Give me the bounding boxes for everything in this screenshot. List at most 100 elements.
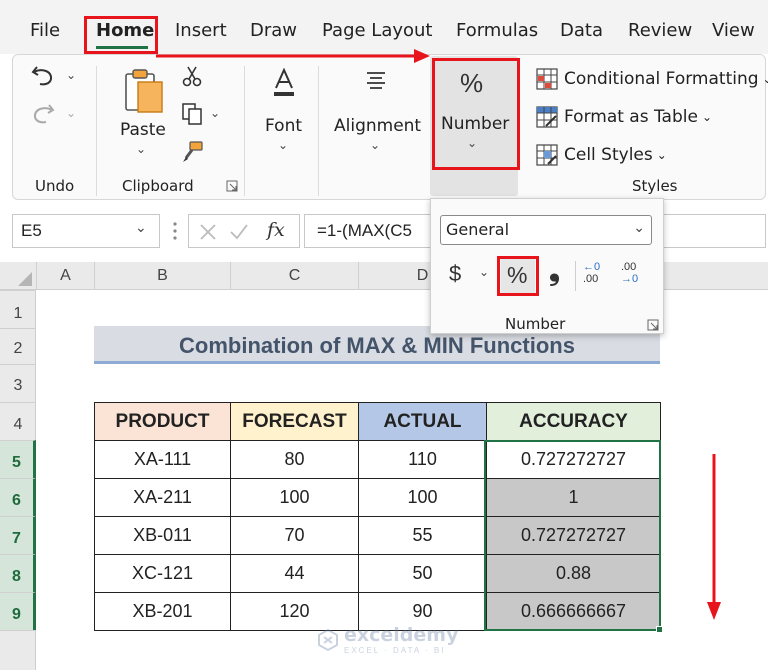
- group-label-number: Number: [505, 315, 566, 333]
- cell-product[interactable]: XA-111: [94, 440, 231, 479]
- fill-handle[interactable]: [656, 626, 663, 633]
- font-button[interactable]: Font ⌄: [256, 66, 312, 166]
- currency-button[interactable]: $ ⌄: [445, 261, 495, 291]
- row-header-6[interactable]: 6: [0, 478, 36, 516]
- alignment-label: Alignment: [334, 116, 422, 136]
- row-header-4[interactable]: 4: [0, 402, 36, 440]
- cell-actual[interactable]: 110: [358, 440, 487, 479]
- conditional-formatting-icon: [536, 68, 558, 90]
- header-forecast[interactable]: FORECAST: [230, 402, 359, 441]
- row-header-9[interactable]: 9: [0, 592, 36, 630]
- cell-forecast[interactable]: 44: [230, 554, 359, 593]
- watermark-tag: EXCEL · DATA · BI: [344, 646, 446, 655]
- row-header-7[interactable]: 7: [0, 516, 36, 554]
- row-header-8[interactable]: 8: [0, 554, 36, 592]
- watermark-name: exceldemy: [344, 624, 459, 646]
- tab-insert[interactable]: Insert: [175, 20, 227, 41]
- dialog-launcher-icon[interactable]: [647, 319, 659, 331]
- cell-product[interactable]: XB-201: [94, 592, 231, 631]
- cut-icon[interactable]: [180, 64, 204, 88]
- increase-decimal-button[interactable]: ←0 .00: [583, 261, 615, 291]
- header-accuracy[interactable]: ACCURACY: [486, 402, 661, 441]
- table-header-row: PRODUCT FORECAST ACTUAL ACCURACY: [94, 402, 661, 441]
- chevron-down-icon: ⌄: [66, 68, 77, 82]
- cancel-icon[interactable]: [199, 223, 217, 241]
- increase-decimal-icon-bottom: .00: [583, 273, 599, 285]
- cell-actual[interactable]: 50: [358, 554, 487, 593]
- decrease-decimal-icon-bottom: →0: [621, 273, 639, 285]
- font-label: Font: [265, 116, 303, 136]
- annotation-arrow-right: [156, 49, 430, 63]
- tab-file[interactable]: File: [30, 20, 60, 41]
- group-label-clipboard: Clipboard: [122, 177, 194, 195]
- cell-product[interactable]: XB-011: [94, 516, 231, 555]
- increase-decimal-icon-top: ←0: [583, 261, 601, 273]
- dialog-launcher-icon[interactable]: [226, 180, 238, 192]
- group-label-styles: Styles: [632, 177, 678, 195]
- undo-button[interactable]: ⌄: [30, 62, 82, 90]
- column-header-a[interactable]: A: [36, 262, 94, 290]
- highlight-box-percent: [497, 256, 539, 296]
- enter-check-icon[interactable]: [229, 223, 249, 241]
- cell-styles-button[interactable]: Cell Styles ⌄: [536, 142, 667, 168]
- row-header-5[interactable]: 5: [0, 440, 36, 478]
- cell-styles-label: Cell Styles: [564, 145, 653, 165]
- tab-view[interactable]: View: [712, 20, 755, 41]
- number-format-value: General: [446, 220, 510, 239]
- header-product[interactable]: PRODUCT: [94, 402, 231, 441]
- cell-forecast[interactable]: 100: [230, 478, 359, 517]
- chevron-down-icon: ⌄: [656, 148, 667, 162]
- divider: [318, 66, 319, 196]
- row-header-3[interactable]: 3: [0, 364, 36, 402]
- redo-button[interactable]: ⌄: [30, 100, 82, 128]
- cell-actual[interactable]: 55: [358, 516, 487, 555]
- chevron-down-icon: ⌄: [701, 110, 713, 124]
- row-header-2[interactable]: 2: [0, 328, 36, 364]
- paste-button[interactable]: Paste ⌄: [112, 64, 172, 164]
- more-options-icon: [173, 222, 177, 240]
- select-all-corner[interactable]: [0, 262, 36, 290]
- separator: [575, 261, 576, 291]
- format-as-table-icon: [536, 106, 558, 128]
- alignment-button[interactable]: Alignment ⌄: [330, 66, 422, 166]
- row-header-1[interactable]: 1: [0, 290, 36, 328]
- cell-actual[interactable]: 100: [358, 478, 487, 517]
- font-color-icon: [274, 68, 294, 96]
- tab-formulas[interactable]: Formulas: [456, 20, 538, 41]
- paste-label: Paste: [120, 120, 166, 140]
- cell-product[interactable]: XC-121: [94, 554, 231, 593]
- format-as-table-button[interactable]: Format as Table ⌄: [536, 104, 712, 130]
- watermark: exceldemy EXCEL · DATA · BI: [316, 624, 458, 655]
- tab-review[interactable]: Review: [628, 20, 692, 41]
- select-all-icon: [18, 272, 32, 286]
- chevron-down-icon: ⌄: [66, 106, 77, 120]
- chevron-down-icon: ⌄: [278, 138, 289, 152]
- column-header-b[interactable]: B: [94, 262, 230, 290]
- divider: [244, 66, 245, 196]
- row-header-empty: [0, 630, 36, 670]
- name-box[interactable]: E5 ⌄: [12, 214, 160, 248]
- cell-styles-icon: [536, 144, 558, 166]
- column-header-c[interactable]: C: [230, 262, 358, 290]
- decrease-decimal-button[interactable]: .00 →0: [621, 261, 653, 291]
- formula-buttons: fx: [188, 214, 300, 248]
- row-headers: 1 2 3 4 5 6 7 8 9: [0, 290, 36, 670]
- cell-product[interactable]: XA-211: [94, 478, 231, 517]
- insert-function-icon[interactable]: fx: [267, 219, 285, 241]
- selection-range: [484, 440, 661, 631]
- format-painter-icon[interactable]: [180, 140, 204, 164]
- cell-forecast[interactable]: 80: [230, 440, 359, 479]
- highlight-box-home: [84, 16, 158, 54]
- group-label-undo: Undo: [35, 177, 75, 195]
- tab-page-layout[interactable]: Page Layout: [322, 20, 433, 41]
- copy-button[interactable]: ⌄: [180, 102, 224, 126]
- cell-forecast[interactable]: 70: [230, 516, 359, 555]
- header-actual[interactable]: ACTUAL: [358, 402, 487, 441]
- chevron-down-icon: ⌄: [136, 142, 147, 156]
- comma-style-button[interactable]: ❟: [549, 255, 560, 288]
- number-format-select[interactable]: General ⌄: [440, 215, 652, 245]
- number-group-dropdown: General ⌄ $ ⌄ % ❟ ←0 .00 .00 →0 Number: [430, 198, 664, 334]
- tab-draw[interactable]: Draw: [250, 20, 297, 41]
- tab-data[interactable]: Data: [560, 20, 603, 41]
- conditional-formatting-button[interactable]: Conditional Formatting ⌄: [536, 66, 768, 92]
